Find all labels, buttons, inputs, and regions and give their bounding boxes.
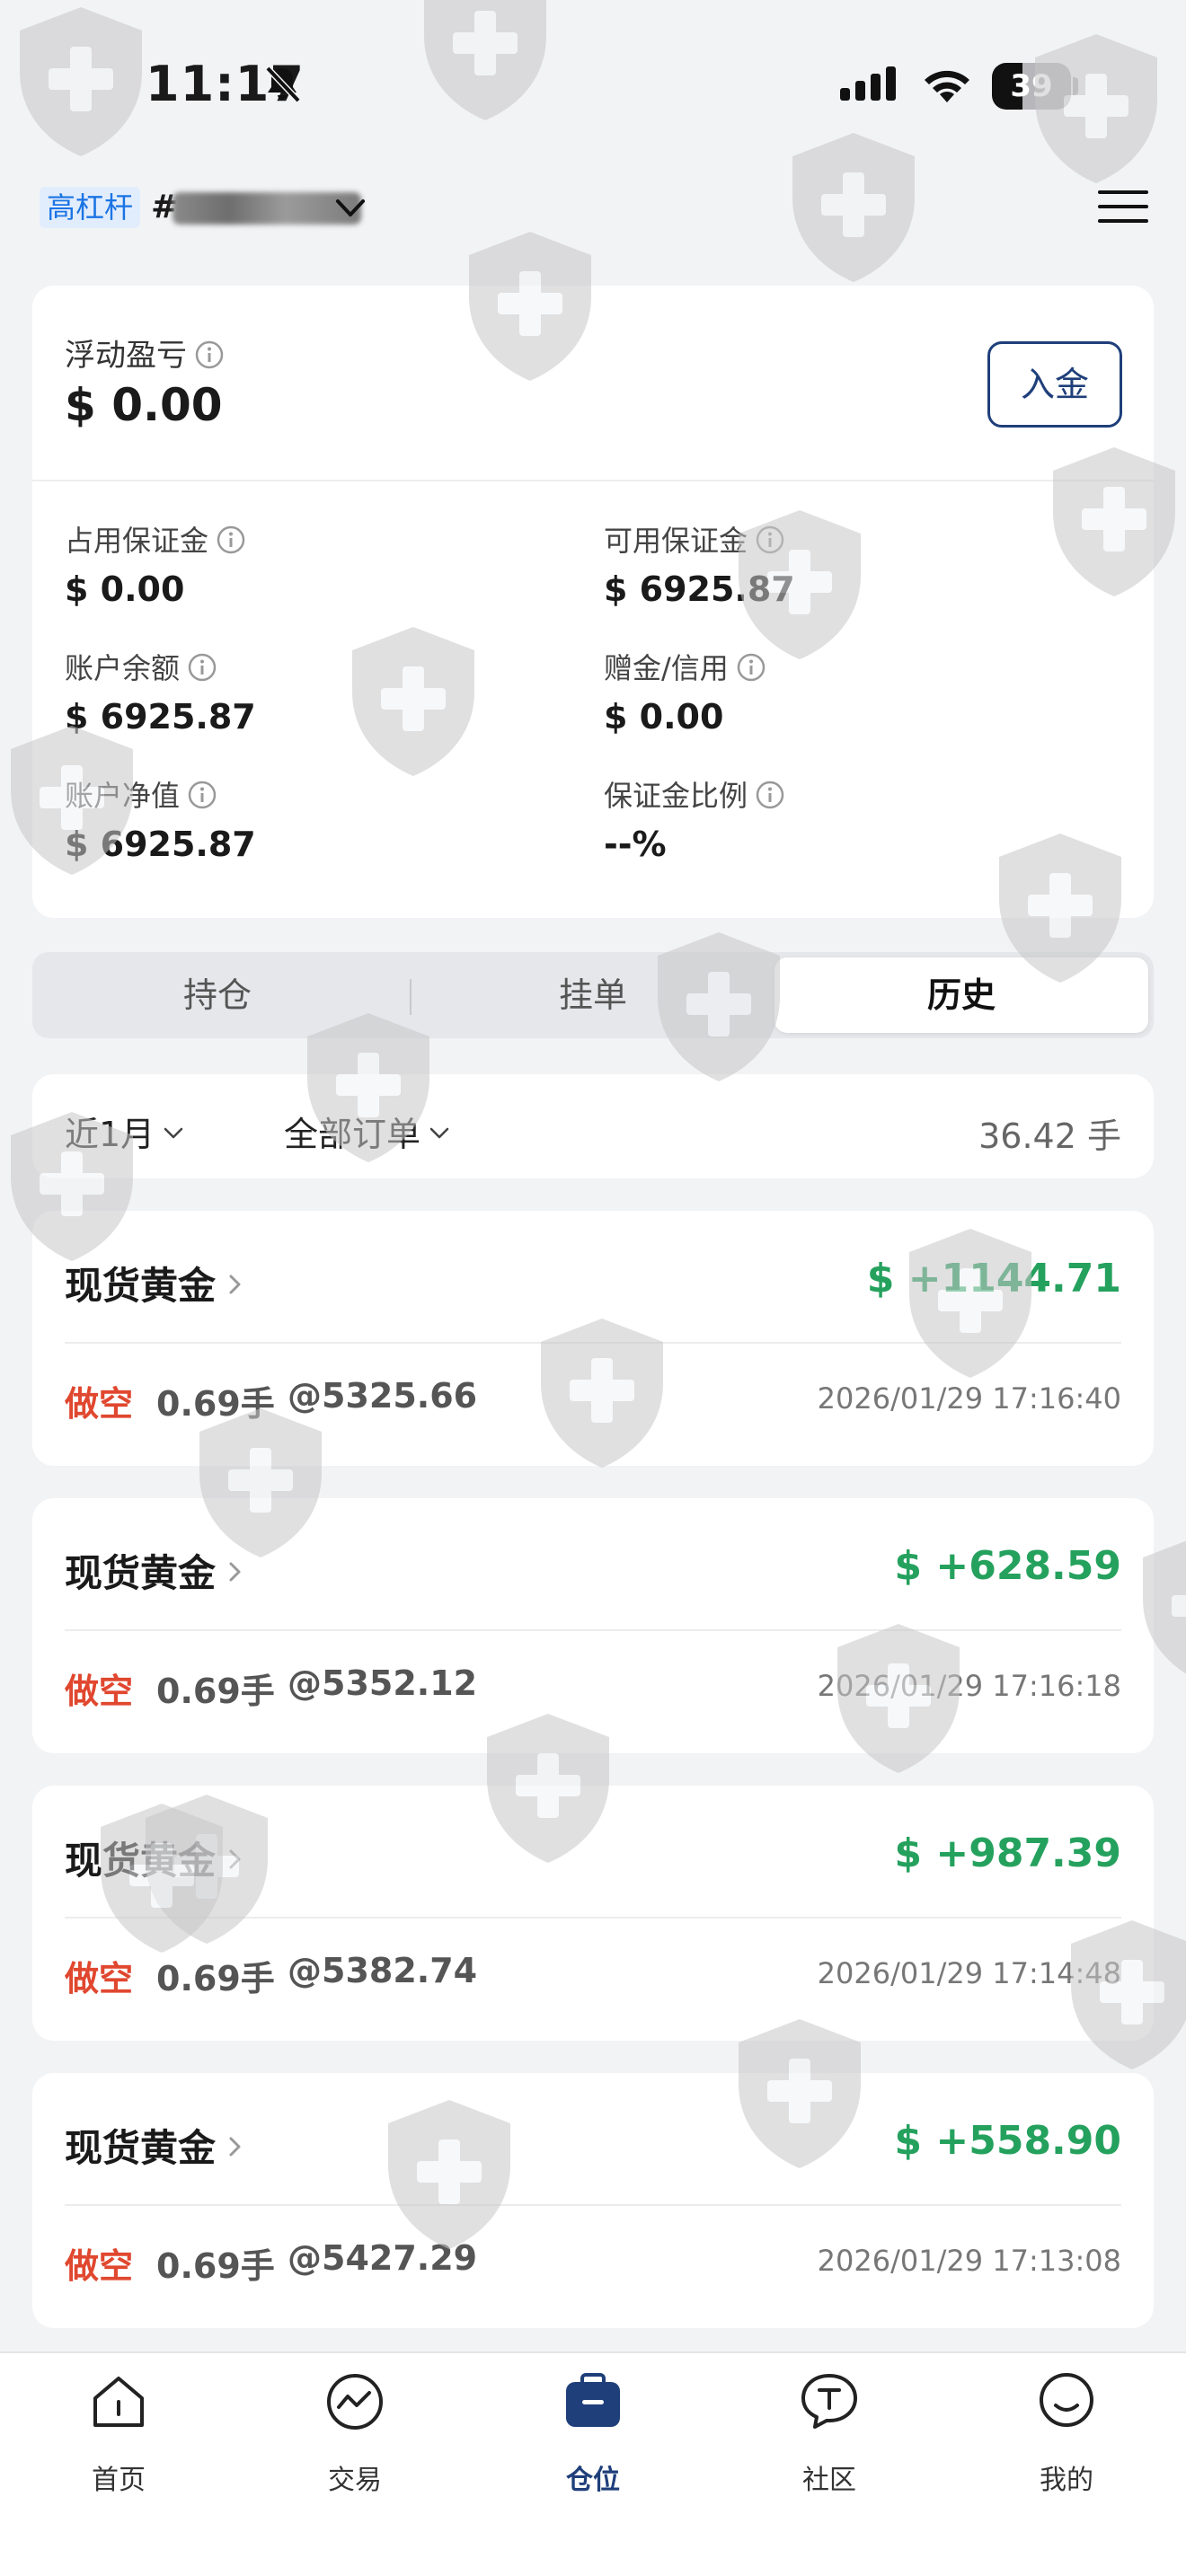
- trade-time: 2026/01/29 17:13:08: [817, 2244, 1121, 2278]
- trade-time: 2026/01/29 17:16:18: [817, 1669, 1121, 1703]
- trade-side: 做空: [65, 1959, 134, 1998]
- period-filter-dropdown[interactable]: 近1月: [65, 1107, 185, 1156]
- chevron-down-icon: [429, 1127, 449, 1139]
- symbol-name: 现货黄金: [65, 1551, 217, 1595]
- trade-side: 做空: [65, 2246, 134, 2286]
- trade-side: 做空: [65, 1384, 134, 1424]
- trade-lots: 0.69手: [156, 2246, 275, 2286]
- trade-time: 2026/01/29 17:16:40: [817, 1381, 1121, 1416]
- trade-pnl: $ +628.59: [894, 1543, 1121, 1589]
- nav-profile[interactable]: 我的: [995, 2371, 1138, 2515]
- chevron-down-icon: [164, 1127, 183, 1139]
- order-type-filter-dropdown[interactable]: 全部订单: [284, 1107, 451, 1156]
- tab-divider: [410, 979, 412, 1015]
- divider: [32, 480, 1154, 481]
- trade-history-item[interactable]: 现货黄金 $ +1144.71 做空 0.69手 @5325.66 2026/0…: [32, 1211, 1154, 1466]
- chevron-right-icon: [229, 1849, 241, 1869]
- trade-price: @5352.12: [288, 1663, 478, 1703]
- status-bar: 11:17 39: [0, 0, 1186, 171]
- trade-pnl: $ +558.90: [894, 2118, 1121, 2164]
- account-header[interactable]: 高杠杆 #: [36, 180, 1150, 234]
- tab-positions[interactable]: 持仓: [38, 957, 397, 1033]
- floating-pnl-value: $ 0.00: [65, 379, 223, 431]
- total-lots: 36.42 手: [978, 1116, 1121, 1156]
- trade-history-item[interactable]: 现货黄金 $ +628.59 做空 0.69手 @5352.12 2026/01…: [32, 1498, 1154, 1753]
- divider: [65, 1917, 1121, 1919]
- tab-history[interactable]: 历史: [774, 957, 1148, 1033]
- tab-pending-orders[interactable]: 挂单: [413, 957, 773, 1033]
- wifi-icon: [925, 70, 969, 102]
- info-icon[interactable]: [755, 525, 785, 555]
- leverage-badge: 高杠杆: [40, 187, 141, 228]
- trade-price: @5382.74: [288, 1951, 478, 1990]
- divider: [65, 1629, 1121, 1631]
- chevron-right-icon: [229, 2137, 241, 2157]
- bell-off-icon: [265, 66, 301, 103]
- deposit-button[interactable]: 入金: [987, 341, 1122, 428]
- app-screen: 11:17 39 高杠杆 # 浮动盈亏 $ 0.00 入金 占用保证金 $ 0.…: [0, 0, 1186, 2576]
- trade-price: @5325.66: [288, 1376, 478, 1416]
- trade-history-item[interactable]: 现货黄金 $ +987.39 做空 0.69手 @5382.74 2026/01…: [32, 1786, 1154, 2041]
- divider: [65, 1342, 1121, 1344]
- chevron-right-icon: [229, 1562, 241, 1582]
- info-icon[interactable]: [216, 525, 246, 555]
- community-chat-icon: [801, 2374, 857, 2429]
- divider: [65, 2204, 1121, 2206]
- trade-time: 2026/01/29 17:14:48: [817, 1956, 1121, 1990]
- metric-used-margin: 占用保证金 $ 0.00: [65, 521, 246, 614]
- floating-pnl-label: 浮动盈亏: [65, 331, 225, 375]
- metric-account-equity: 账户净值 $ 6925.87: [65, 779, 256, 864]
- home-icon: [93, 2377, 144, 2427]
- profile-face-icon: [1040, 2373, 1093, 2427]
- hamburger-menu-icon[interactable]: [1096, 185, 1150, 228]
- info-icon[interactable]: [187, 780, 217, 810]
- battery-icon: 39: [992, 63, 1078, 110]
- metric-account-balance: 账户余额 $ 6925.87: [65, 651, 256, 737]
- metric-available-margin: 可用保证金 $ 6925.87: [604, 524, 795, 609]
- signal-icon: [840, 66, 896, 101]
- battery-percent: 39: [1010, 68, 1053, 104]
- trade-pnl: $ +987.39: [894, 1831, 1121, 1876]
- nav-positions[interactable]: 仓位: [521, 2371, 665, 2515]
- metric-bonus-credit: 赠金/信用 $ 0.00: [604, 648, 766, 742]
- bottom-tab-bar: 首页 交易 仓位 社区 我的: [0, 2351, 1186, 2576]
- info-icon[interactable]: [187, 652, 217, 683]
- info-icon[interactable]: [755, 780, 785, 810]
- trade-side: 做空: [65, 1672, 134, 1711]
- info-icon[interactable]: [194, 340, 225, 370]
- nav-home[interactable]: 首页: [47, 2371, 190, 2515]
- symbol-name: 现货黄金: [65, 1264, 217, 1308]
- trade-price: @5427.29: [288, 2238, 478, 2278]
- chevron-down-icon[interactable]: [332, 190, 368, 226]
- history-filter-bar: 近1月 全部订单 36.42 手: [32, 1074, 1154, 1178]
- metric-margin-ratio: 保证金比例 --%: [604, 776, 785, 869]
- trade-lots: 0.69手: [156, 1959, 275, 1998]
- trade-lots: 0.69手: [156, 1384, 275, 1424]
- nav-community[interactable]: 社区: [757, 2371, 901, 2515]
- nav-trade[interactable]: 交易: [283, 2371, 427, 2515]
- symbol-name: 现货黄金: [65, 2126, 217, 2170]
- briefcase-icon: [566, 2373, 620, 2427]
- symbol-name: 现货黄金: [65, 1839, 217, 1883]
- segment-tabs: 持仓 挂单 历史: [32, 952, 1154, 1038]
- info-icon[interactable]: [736, 652, 766, 683]
- trade-pnl: $ +1144.71: [866, 1256, 1121, 1301]
- account-summary-card: 浮动盈亏 $ 0.00 入金 占用保证金 $ 0.00 可用保证金 $ 6925…: [32, 286, 1154, 918]
- chevron-right-icon: [229, 1275, 241, 1294]
- trade-chart-icon: [327, 2374, 383, 2430]
- trade-lots: 0.69手: [156, 1672, 275, 1711]
- trade-history-item[interactable]: 现货黄金 $ +558.90 做空 0.69手 @5427.29 2026/01…: [32, 2073, 1154, 2328]
